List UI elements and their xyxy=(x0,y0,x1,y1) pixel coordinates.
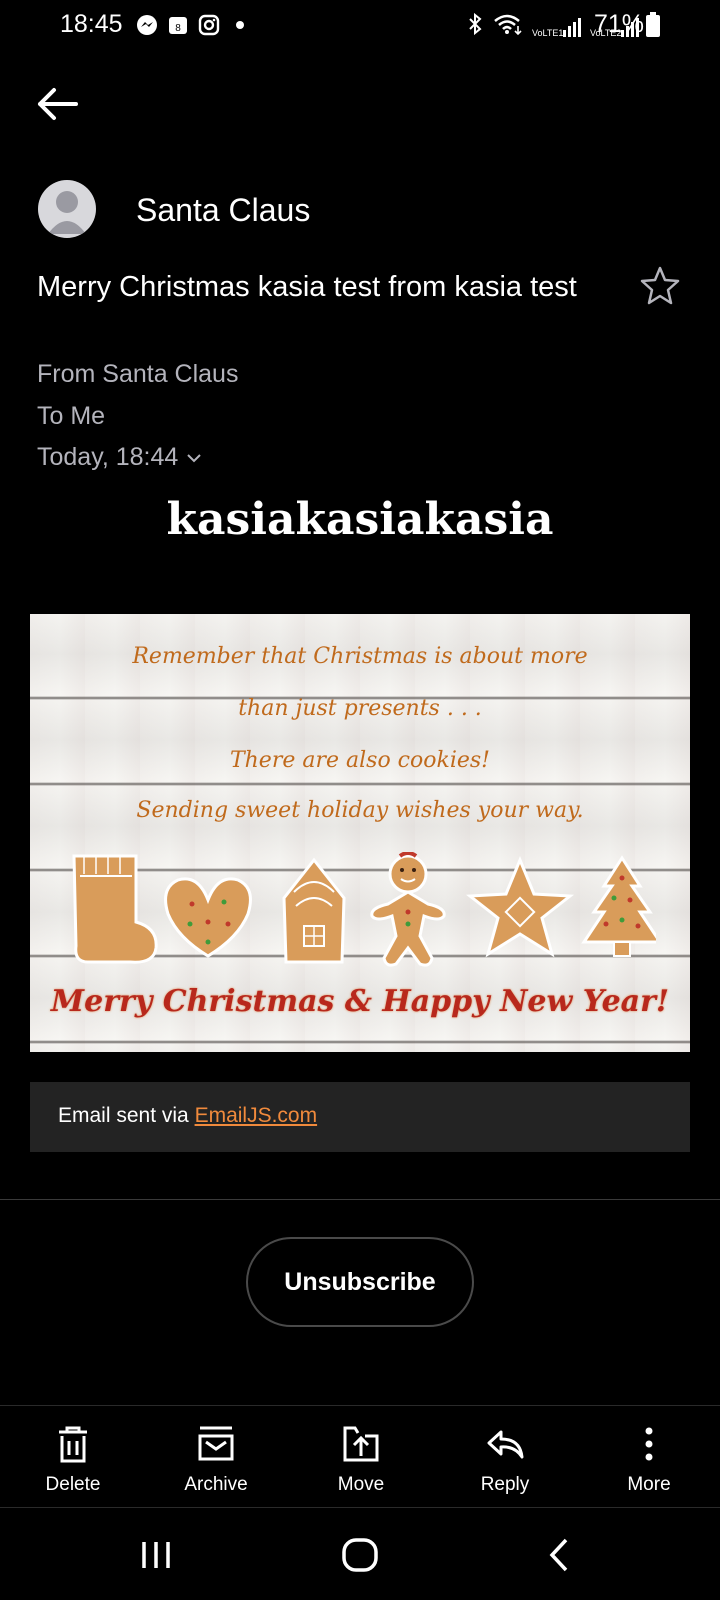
system-nav-bar xyxy=(0,1510,720,1600)
delete-label: Delete xyxy=(45,1474,101,1495)
more-vertical-icon xyxy=(645,1427,653,1461)
email-heading: kasiakasiakasia xyxy=(166,494,554,545)
arrow-left-icon xyxy=(38,88,78,120)
battery-percent: 71% xyxy=(594,10,645,38)
sent-via-text: Email sent via EmailJS.com xyxy=(58,1104,317,1128)
emailjs-link[interactable]: EmailJS.com xyxy=(195,1104,318,1127)
sent-via-prefix: Email sent via xyxy=(58,1104,195,1127)
messenger-icon xyxy=(136,14,158,36)
archive-label: Archive xyxy=(184,1474,248,1495)
calendar-icon: 8 xyxy=(167,14,189,36)
date-text: Today, 18:44 xyxy=(37,443,179,471)
card-line-2: than just presents . . . xyxy=(238,696,482,721)
email-subject: Merry Christmas kasia test from kasia te… xyxy=(37,271,577,303)
card-footer-line: Merry Christmas & Happy New Year! xyxy=(50,984,670,1019)
star-icon xyxy=(640,266,680,305)
status-time: 18:45 xyxy=(60,10,123,38)
wifi-icon xyxy=(492,12,524,41)
holiday-card-image: Remember that Christmas is about more th… xyxy=(30,614,690,1052)
cookie-row xyxy=(72,852,656,967)
reply-button[interactable]: Reply xyxy=(445,1406,565,1509)
move-label: Move xyxy=(337,1474,385,1495)
trash-icon xyxy=(59,1426,87,1463)
sender-name: Santa Claus xyxy=(136,192,311,228)
calendar-day: 8 xyxy=(175,23,181,34)
status-bar: 18:45 8 VoLTE1 VoLTE2 71% xyxy=(0,0,720,52)
bottom-toolbar: Delete Archive Move Reply More xyxy=(0,1405,720,1508)
instagram-icon xyxy=(198,14,220,36)
recents-button[interactable] xyxy=(128,1532,188,1578)
heart-cookie-icon xyxy=(164,877,252,958)
chevron-down-icon xyxy=(187,453,202,462)
archive-button[interactable]: Archive xyxy=(156,1406,276,1509)
unsubscribe-button[interactable]: Unsubscribe xyxy=(246,1237,474,1327)
sent-via-box: Email sent via EmailJS.com xyxy=(30,1082,690,1152)
reply-label: Reply xyxy=(480,1474,530,1495)
delete-button[interactable]: Delete xyxy=(13,1406,133,1509)
sender-row[interactable]: Santa Claus xyxy=(38,180,678,240)
star-cookie-icon xyxy=(465,856,575,958)
move-button[interactable]: Move xyxy=(301,1406,421,1509)
home-icon xyxy=(342,1538,378,1572)
status-left-icons: 8 xyxy=(136,14,251,36)
gingerbread-man-cookie-icon xyxy=(370,852,446,967)
card-line-4: Sending sweet holiday wishes your way. xyxy=(136,798,584,823)
home-button[interactable] xyxy=(330,1532,390,1578)
date-line[interactable]: Today, 18:44 xyxy=(37,443,202,472)
more-button[interactable]: More xyxy=(589,1406,709,1509)
from-line[interactable]: From Santa Claus xyxy=(37,360,238,389)
system-back-button[interactable] xyxy=(532,1532,592,1578)
reply-icon xyxy=(487,1430,524,1459)
avatar xyxy=(38,180,96,238)
bluetooth-icon xyxy=(466,12,484,41)
tree-cookie-icon xyxy=(581,855,656,957)
move-icon xyxy=(343,1426,379,1462)
card-line-3: There are also cookies! xyxy=(229,748,491,773)
dot-icon xyxy=(229,14,251,36)
recents-icon xyxy=(142,1542,170,1568)
divider xyxy=(0,1199,720,1200)
card-line-1: Remember that Christmas is about more xyxy=(132,644,588,669)
to-line[interactable]: To Me xyxy=(37,402,105,431)
signal-lte1-icon: VoLTE1 xyxy=(532,16,582,38)
back-button[interactable] xyxy=(34,84,82,124)
battery-icon xyxy=(646,12,660,37)
sim1-label: VoLTE1 xyxy=(532,27,564,38)
star-button[interactable] xyxy=(638,264,682,308)
house-cookie-icon xyxy=(282,857,346,964)
archive-icon xyxy=(198,1426,234,1461)
more-label: More xyxy=(627,1474,671,1495)
stocking-cookie-icon xyxy=(72,854,158,964)
chevron-left-icon xyxy=(549,1538,568,1572)
person-icon xyxy=(48,191,86,234)
